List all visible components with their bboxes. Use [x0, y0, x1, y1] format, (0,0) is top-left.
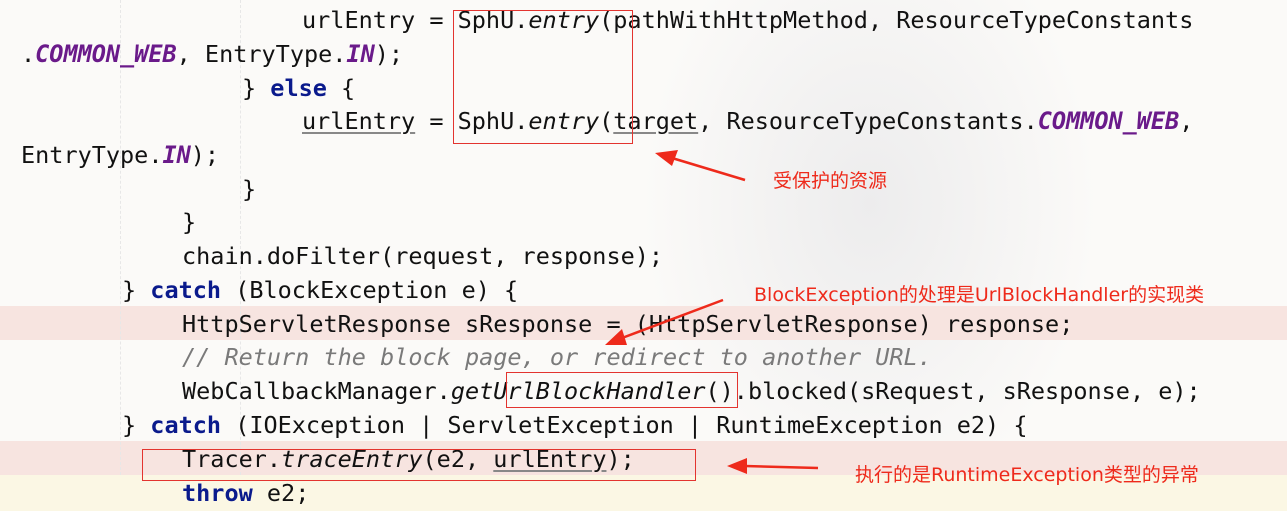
code-line-3: } else { [242, 74, 356, 102]
annotation-protected-resource: 受保护的资源 [773, 170, 888, 192]
annotation-runtime-exception: 执行的是RuntimeException类型的异常 [855, 464, 1199, 486]
code-line-10: HttpServletResponse sResponse = (HttpSer… [182, 310, 1074, 338]
code-line-8: chain.doFilter(request, response); [182, 242, 664, 270]
code-line-1: urlEntry = SphU.entry(pathWithHttpMethod… [302, 6, 1194, 34]
arrow-head-icon [655, 150, 678, 166]
code-line-7: } [182, 208, 197, 236]
indent-guide [120, 0, 122, 475]
code-line-4: urlEntry = SphU.entry(target, ResourceTy… [302, 107, 1194, 135]
code-line-5: EntryType.IN); [21, 141, 220, 169]
annotation-block-exception: BlockException的处理是UrlBlockHandler的实现类 [754, 284, 1205, 306]
code-line-6: } [242, 175, 257, 203]
block-handler-highlight-box [506, 372, 738, 408]
trace-entry-highlight-box [142, 449, 696, 481]
code-comment: // Return the block page, or redirect to… [182, 343, 932, 371]
code-line-13: } catch (IOException | ServletException … [122, 411, 1028, 439]
code-line-15: throw e2; [182, 479, 310, 507]
code-line-9: } catch (BlockException e) { [122, 276, 519, 304]
code-line-2: .COMMON_WEB, EntryType.IN); [21, 40, 404, 68]
entry-highlight-box [453, 10, 633, 144]
